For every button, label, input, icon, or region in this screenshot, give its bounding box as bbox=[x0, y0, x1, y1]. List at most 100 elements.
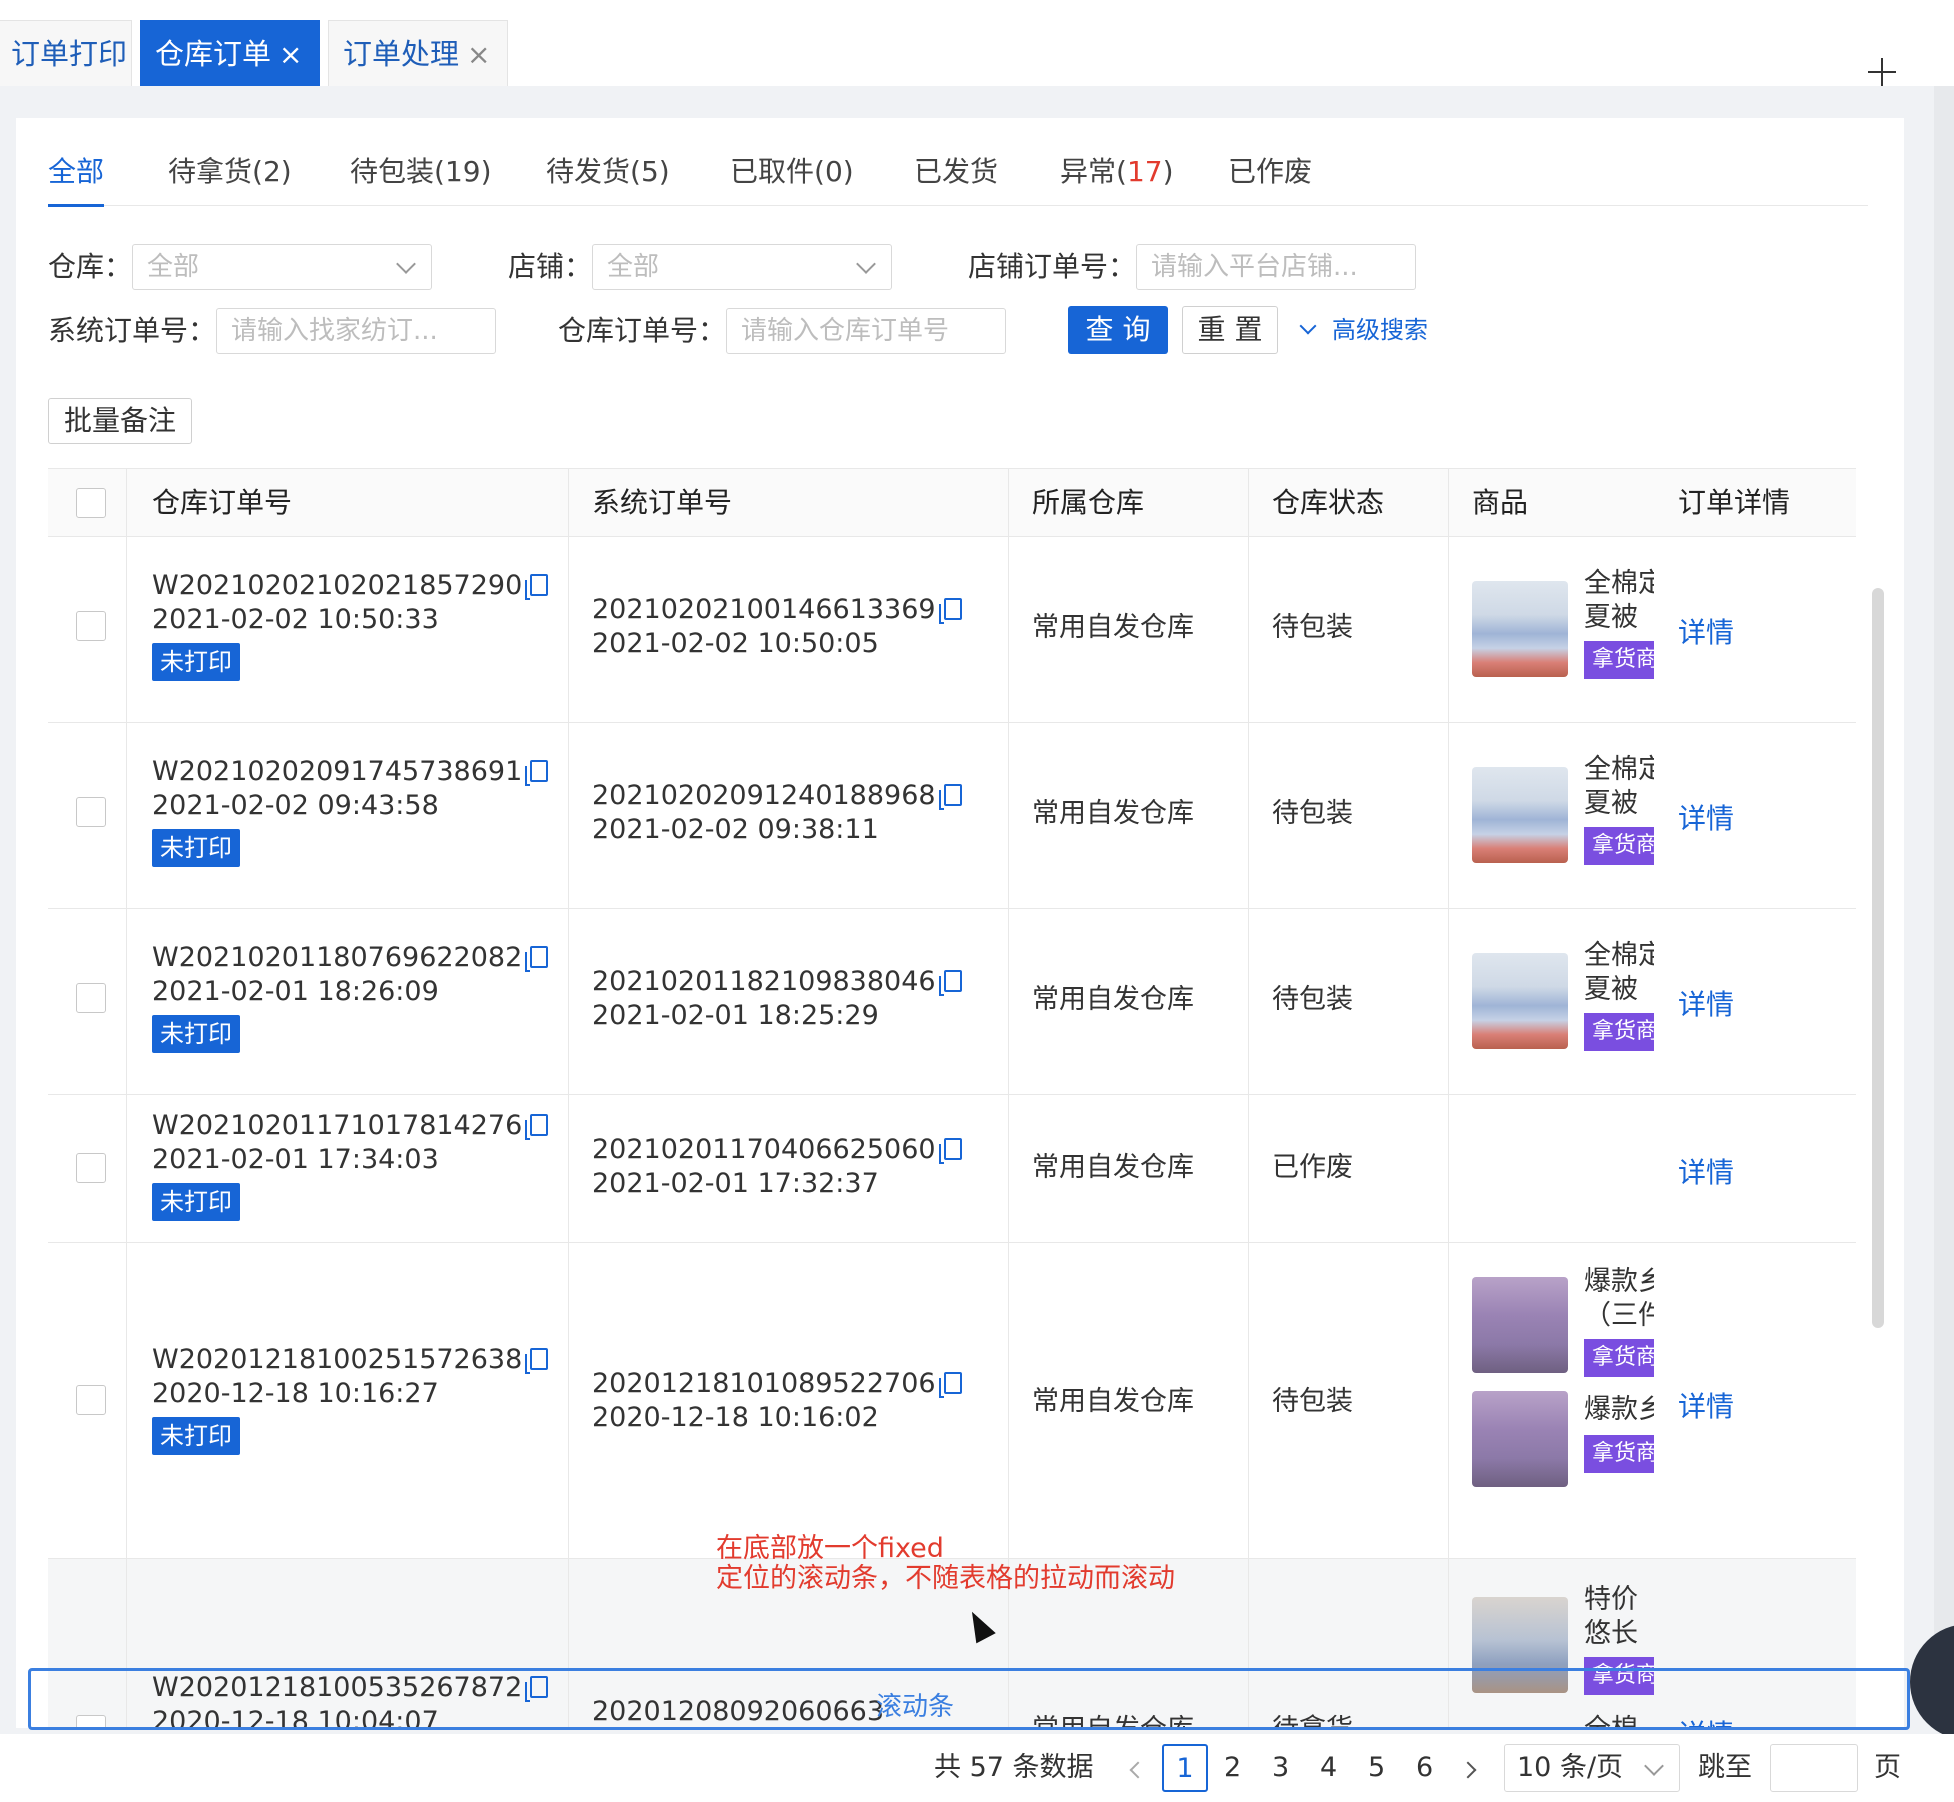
copy-icon[interactable] bbox=[938, 970, 962, 996]
jump-label: 跳至 bbox=[1698, 1752, 1752, 1783]
query-button[interactable]: 查 询 bbox=[1068, 306, 1168, 354]
system-order-cell: 20210202100146613369 2021-02-02 10:50:05 bbox=[592, 593, 962, 661]
column-divider bbox=[1248, 469, 1249, 1728]
page-button-2[interactable]: 2 bbox=[1224, 1744, 1241, 1792]
shop-select[interactable]: 全部 bbox=[592, 244, 892, 290]
page-scrollbar-track[interactable] bbox=[1934, 86, 1954, 1726]
fixed-scrollbar-highlight[interactable] bbox=[28, 1668, 1910, 1730]
table-row[interactable]: W20210201171017814276 2021-02-01 17:34:0… bbox=[48, 1095, 1856, 1243]
system-order-input[interactable]: 请输入找家纺订... bbox=[216, 308, 496, 354]
table-row[interactable]: W20201218100251572638 2020-12-18 10:16:2… bbox=[48, 1243, 1856, 1559]
row-checkbox[interactable] bbox=[76, 797, 106, 827]
close-icon[interactable]: × bbox=[467, 38, 490, 71]
total-count: 共 57 条数据 bbox=[934, 1752, 1094, 1783]
next-page-icon[interactable] bbox=[1459, 1761, 1477, 1779]
system-order-cell: 20210201182109838046 2021-02-01 18:25:29 bbox=[592, 965, 962, 1033]
top-tab-warehouse-order[interactable]: 仓库订单 × bbox=[140, 20, 320, 86]
product-name: 夏被 bbox=[1584, 788, 1638, 819]
product-tag: 拿货商 bbox=[1584, 641, 1654, 679]
advanced-search-link[interactable]: 高级搜索 bbox=[1298, 306, 1428, 354]
page-size-select[interactable]: 10 条/页 bbox=[1504, 1744, 1680, 1792]
scrollbar-label: 滚动条 bbox=[876, 1692, 955, 1722]
system-order-cell: 20210201170406625060 2021-02-01 17:32:37 bbox=[592, 1133, 962, 1201]
product-tag: 拿货商 bbox=[1584, 1435, 1654, 1473]
row-checkbox[interactable] bbox=[76, 1153, 106, 1183]
annotation-note: 在底部放一个fixed 定位的滚动条，不随表格的拉动而滚动 bbox=[716, 1533, 1175, 1594]
product-name: （三件 bbox=[1584, 1300, 1654, 1331]
copy-icon[interactable] bbox=[938, 1138, 962, 1164]
page-button-1[interactable]: 1 bbox=[1162, 1744, 1208, 1792]
tab-picked-up[interactable]: 已取件(0) bbox=[730, 148, 854, 206]
product-name: 全棉定 bbox=[1584, 940, 1654, 971]
tab-all[interactable]: 全部 bbox=[48, 148, 105, 207]
tab-voided[interactable]: 已作废 bbox=[1228, 148, 1312, 206]
product-name: 特价 bbox=[1584, 1584, 1638, 1615]
warehouse-cell: 常用自发仓库 bbox=[1032, 1386, 1194, 1417]
column-divider bbox=[1448, 469, 1449, 1728]
jump-page-input[interactable] bbox=[1770, 1744, 1858, 1792]
table-row[interactable]: W20210201180769622082 2021-02-01 18:26:0… bbox=[48, 909, 1856, 1095]
product-name: 夏被 bbox=[1584, 602, 1638, 633]
page-button-3[interactable]: 3 bbox=[1272, 1744, 1289, 1792]
chevron-down-icon bbox=[396, 254, 416, 274]
copy-icon[interactable] bbox=[938, 1372, 962, 1398]
page-button-4[interactable]: 4 bbox=[1320, 1744, 1337, 1792]
detail-link[interactable]: 详情 bbox=[1678, 797, 1734, 837]
table-vertical-scrollbar[interactable] bbox=[1872, 588, 1884, 1328]
reset-button[interactable]: 重 置 bbox=[1182, 306, 1278, 354]
product-image[interactable] bbox=[1472, 953, 1568, 1049]
table-row[interactable]: W20210202102021857290 2021-02-02 10:50:3… bbox=[48, 537, 1856, 723]
row-checkbox[interactable] bbox=[76, 611, 106, 641]
select-all-checkbox[interactable] bbox=[76, 488, 106, 518]
tab-pending-pickup[interactable]: 待拿货(2) bbox=[168, 148, 292, 206]
page-button-6[interactable]: 6 bbox=[1416, 1744, 1433, 1792]
floating-action-button[interactable] bbox=[1910, 1624, 1954, 1740]
warehouse-cell: 常用自发仓库 bbox=[1032, 984, 1194, 1015]
copy-icon[interactable] bbox=[525, 1348, 549, 1374]
copy-icon[interactable] bbox=[938, 598, 962, 624]
warehouse-cell: 常用自发仓库 bbox=[1032, 1152, 1194, 1183]
copy-icon[interactable] bbox=[525, 574, 549, 600]
copy-icon[interactable] bbox=[525, 1114, 549, 1140]
tab-pending-ship[interactable]: 待发货(5) bbox=[546, 148, 670, 206]
detail-link[interactable]: 详情 bbox=[1678, 611, 1734, 651]
top-tab-label: 订单处理 bbox=[343, 37, 460, 71]
tab-shipped[interactable]: 已发货 bbox=[914, 148, 998, 206]
shop-order-input[interactable]: 请输入平台店铺... bbox=[1136, 244, 1416, 290]
product-image[interactable] bbox=[1472, 1391, 1568, 1487]
shop-filter-label: 店铺： bbox=[508, 250, 593, 283]
copy-icon[interactable] bbox=[525, 760, 549, 786]
warehouse-filter-label: 仓库： bbox=[48, 250, 133, 283]
warehouse-cell: 常用自发仓库 bbox=[1032, 612, 1194, 643]
top-tab-order-processing[interactable]: 订单处理 × bbox=[328, 20, 508, 86]
product-image[interactable] bbox=[1472, 581, 1568, 677]
row-checkbox[interactable] bbox=[76, 1385, 106, 1415]
product-name: 爆款乡 bbox=[1584, 1394, 1654, 1425]
row-checkbox[interactable] bbox=[76, 983, 106, 1013]
detail-link[interactable]: 详情 bbox=[1678, 1151, 1734, 1191]
detail-link[interactable]: 详情 bbox=[1678, 983, 1734, 1023]
tab-pending-pack[interactable]: 待包装(19) bbox=[350, 148, 492, 206]
copy-icon[interactable] bbox=[525, 946, 549, 972]
tab-exception[interactable]: 异常(17) bbox=[1060, 148, 1174, 206]
prev-page-icon[interactable] bbox=[1129, 1761, 1147, 1779]
copy-icon[interactable] bbox=[938, 784, 962, 810]
main-panel: 全部 待拿货(2) 待包装(19) 待发货(5) 已取件(0) 已发货 异常(1… bbox=[16, 118, 1904, 1728]
product-image[interactable] bbox=[1472, 1277, 1568, 1373]
plus-icon[interactable] bbox=[1868, 58, 1896, 86]
warehouse-order-cell: W20210202091745738691 2021-02-02 09:43:5… bbox=[152, 755, 549, 867]
product-image[interactable] bbox=[1472, 767, 1568, 863]
top-tab-label: 订单打印 bbox=[11, 37, 128, 71]
warehouse-order-input[interactable]: 请输入仓库订单号 bbox=[726, 308, 1006, 354]
batch-note-button[interactable]: 批量备注 bbox=[48, 398, 192, 444]
top-tab-order-print[interactable]: 订单打印 bbox=[0, 20, 132, 86]
page-button-5[interactable]: 5 bbox=[1368, 1744, 1385, 1792]
status-cell: 已作废 bbox=[1272, 1152, 1353, 1183]
column-header: 系统订单号 bbox=[592, 486, 733, 519]
detail-link[interactable]: 详情 bbox=[1678, 1385, 1734, 1425]
table-row[interactable]: W20210202091745738691 2021-02-02 09:43:5… bbox=[48, 723, 1856, 909]
product-tag: 拿货商 bbox=[1584, 827, 1654, 865]
column-header: 所属仓库 bbox=[1032, 486, 1145, 519]
warehouse-select[interactable]: 全部 bbox=[132, 244, 432, 290]
close-icon[interactable]: × bbox=[279, 38, 302, 71]
